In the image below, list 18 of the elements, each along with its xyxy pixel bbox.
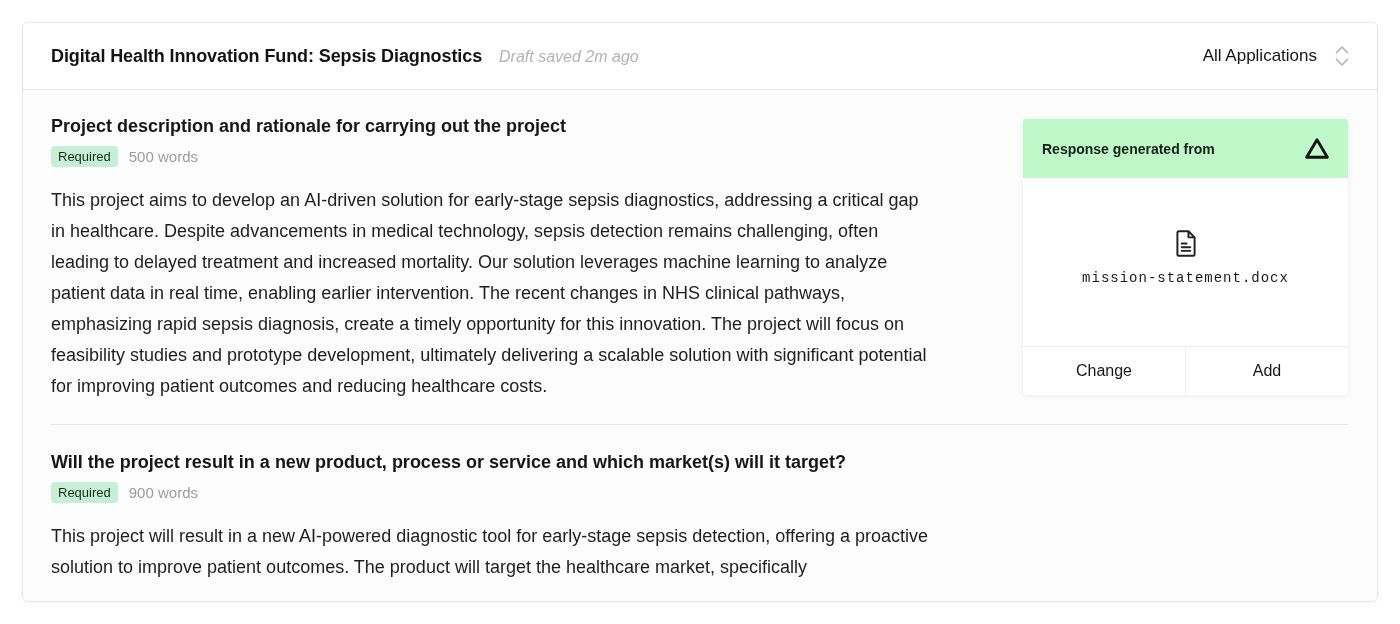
- required-tag: Required: [51, 482, 118, 503]
- question-title: Project description and rationale for carrying out the project: [51, 115, 568, 138]
- document-icon: [1175, 230, 1196, 257]
- required-tag: Required: [51, 146, 118, 167]
- file-name: mission-statement.docx: [1082, 270, 1289, 286]
- source-heading: Response generated from: [1042, 140, 1215, 157]
- file-action-button[interactable]: Change: [1023, 347, 1185, 395]
- question-title: Will the project result in a new product, process or service and which market(s) will it target?: [51, 451, 848, 474]
- answer-text: This project aims to develop an AI-driven solution for early-stage sepsis diagnostics, addressing a critical gap in healthcare. Despite advancements in medical technology, sepsis detection remains challenging, often leading to delayed treatment and increased mortality. Our solution leverages machine learning to analyze patient data in real time, enabling earlier intervention. The recent changes in NHS clinical pathways, emphasizing rapid sepsis diagnosis, create a timely opportunity for this innovation. The project will focus on feasibility studies and prototype development, ultimately delivering a scalable solution with significant potential for improving patient outcomes and reducing healthcare costs.: [51, 189, 928, 398]
- draft-status: Draft saved 2m ago: [499, 47, 639, 66]
- up-down-chevron-icon: [1335, 46, 1349, 66]
- word-limit: 900 words: [128, 484, 198, 501]
- word-limit: 500 words: [128, 148, 198, 165]
- applications-selector[interactable]: All Applications: [1202, 42, 1349, 70]
- file-action-button[interactable]: Add: [1185, 347, 1348, 395]
- page-title: Digital Health Innovation Fund: Sepsis Diagnostics: [51, 45, 483, 67]
- triangle-logo-icon: [1305, 138, 1329, 159]
- answer-text: This project will result in a new AI-powered diagnostic tool for early-stage sepsis detection, offering a proactive solution to improve patient outcomes. The product will target the healthcare market, specifically: [51, 525, 930, 579]
